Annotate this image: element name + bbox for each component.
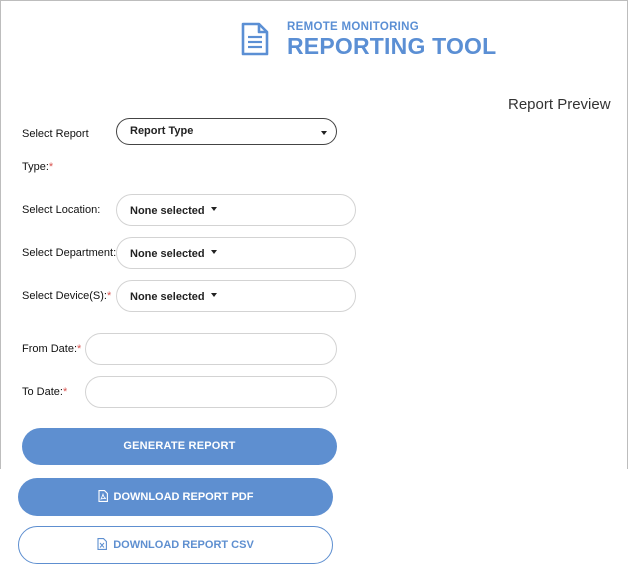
location-label: Select Location: [22,204,101,216]
report-type-label: Select Report [22,128,89,140]
from-date-input[interactable] [85,333,337,365]
download-csv-button[interactable]: DOWNLOAD REPORT CSV [18,526,333,564]
csv-file-icon [97,538,108,551]
department-label: Select Department: [22,247,117,259]
generate-report-button[interactable]: GENERATE REPORT [22,428,337,465]
devices-label: Select Device(S):* [22,290,112,302]
app-title: REPORTING TOOL [287,33,497,59]
pdf-file-icon [97,490,108,503]
app-subtitle: REMOTE MONITORING [287,21,420,33]
report-type-label-cont: Type:* [22,161,54,173]
download-pdf-button[interactable]: DOWNLOAD REPORT PDF [18,478,333,516]
chevron-down-icon [321,131,327,135]
department-multiselect[interactable]: None selected [116,237,356,269]
to-date-input[interactable] [85,376,337,408]
report-panel: REMOTE MONITORING REPORTING TOOL Report … [0,0,628,469]
report-preview-heading: Report Preview [508,96,611,113]
to-date-label: To Date:* [22,386,68,398]
chevron-down-icon [210,207,217,212]
location-multiselect[interactable]: None selected [116,194,356,226]
devices-multiselect[interactable]: None selected [116,280,356,312]
chevron-down-icon [210,293,217,298]
chevron-down-icon [210,250,217,255]
from-date-label: From Date:* [22,343,82,355]
report-type-select[interactable]: Report Type [116,118,337,145]
document-icon [241,22,269,56]
